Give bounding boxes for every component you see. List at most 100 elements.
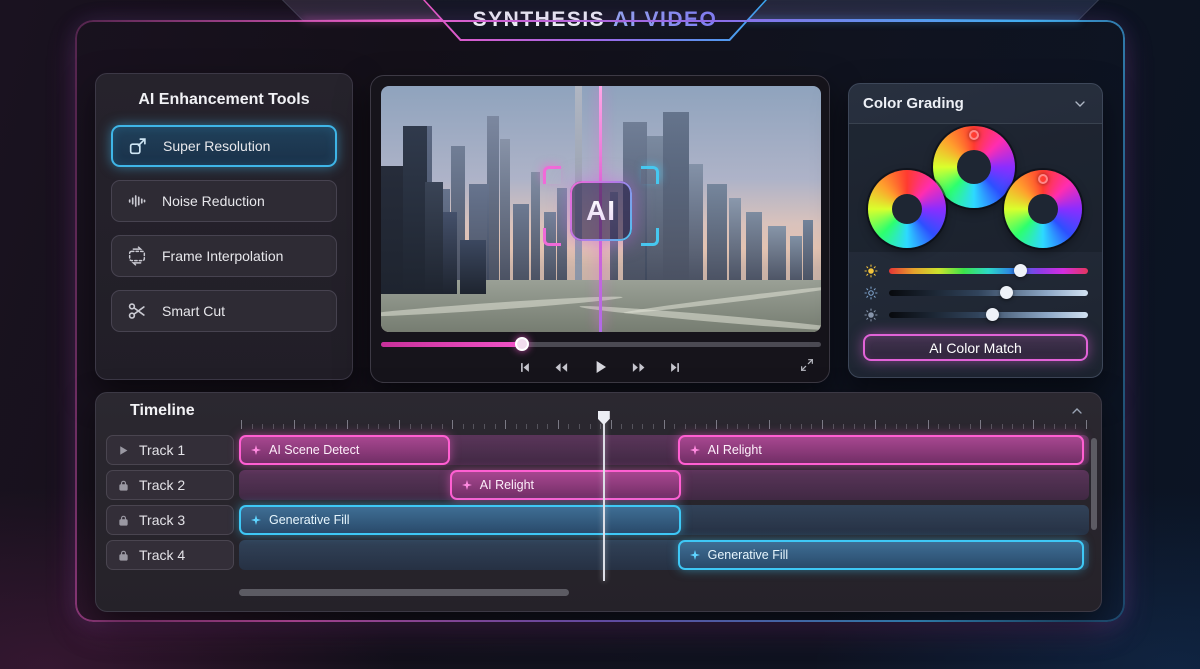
building-silhouette — [707, 184, 727, 284]
building-silhouette — [500, 139, 510, 284]
tool-noise-reduction-button[interactable]: Noise Reduction — [111, 180, 337, 222]
ruler-tick — [526, 424, 527, 429]
track-4-lane[interactable]: Generative Fill — [239, 540, 1089, 570]
track-label-text: Track 2 — [139, 477, 185, 493]
timeline-clip[interactable]: AI Relight — [678, 435, 1084, 465]
clip-label: AI Relight — [708, 443, 762, 457]
ruler-tick — [759, 424, 760, 429]
clip-label: AI Scene Detect — [269, 443, 359, 457]
timeline-clip[interactable]: Generative Fill — [678, 540, 1084, 570]
ruler-tick — [326, 424, 327, 429]
track-3-label[interactable]: Track 3 — [106, 505, 234, 535]
tool-smart-cut-button[interactable]: Smart Cut — [111, 290, 337, 332]
hue-slider-knob[interactable] — [1014, 264, 1027, 277]
ruler-tick — [664, 420, 665, 429]
fast-forward-button[interactable] — [628, 358, 649, 377]
ruler-tick — [938, 424, 939, 429]
ruler-tick — [854, 424, 855, 429]
ruler-tick — [1002, 424, 1003, 429]
ruler-tick — [463, 424, 464, 429]
ruler-tick — [949, 424, 950, 429]
color-wheel[interactable] — [933, 126, 1015, 208]
hue-slider-row — [863, 264, 1088, 278]
ai-enhancement-tools-panel: AI Enhancement Tools Super Resolution No… — [95, 73, 353, 380]
skip-end-button[interactable] — [666, 358, 685, 377]
sun-icon — [863, 263, 879, 279]
ruler-tick — [727, 424, 728, 429]
focus-bracket-icon — [543, 166, 561, 184]
building-silhouette — [513, 204, 529, 284]
ruler-tick — [357, 424, 358, 429]
ruler-tick — [685, 424, 686, 429]
ruler-tick — [600, 424, 601, 429]
track-label-text: Track 4 — [139, 547, 185, 563]
ruler-tick — [410, 424, 411, 429]
ai-color-match-button[interactable]: AI Color Match — [863, 334, 1088, 361]
color-grading-header[interactable]: Color Grading — [849, 84, 1102, 123]
ai-overlay-badge: AI — [570, 181, 632, 241]
brightness-slider-knob[interactable] — [1000, 286, 1013, 299]
brightness-sun-icon — [863, 285, 879, 301]
lock-icon — [117, 479, 130, 492]
ruler-tick — [1044, 424, 1045, 429]
track-2-lane[interactable]: AI Relight — [239, 470, 1089, 500]
chevron-down-icon[interactable] — [1072, 96, 1088, 112]
hue-slider[interactable] — [889, 268, 1088, 274]
timeline-horizontal-scrollbar[interactable] — [239, 589, 569, 596]
timeline-vertical-scrollbar[interactable] — [1091, 438, 1097, 530]
tool-frame-interpolation-button[interactable]: Frame Interpolation — [111, 235, 337, 277]
brightness-slider[interactable] — [889, 290, 1088, 296]
ruler-tick — [568, 424, 569, 429]
timeline-clip[interactable]: AI Scene Detect — [239, 435, 450, 465]
track-1-label[interactable]: Track 1 — [106, 435, 234, 465]
ruler-tick — [558, 420, 559, 429]
ruler-tick — [621, 424, 622, 429]
video-frame[interactable]: AI — [381, 86, 821, 332]
ruler-tick — [516, 424, 517, 429]
wheel-indicator[interactable] — [1038, 174, 1048, 184]
track-4-label[interactable]: Track 4 — [106, 540, 234, 570]
playback-progress-bar[interactable] — [381, 342, 821, 347]
track-3-lane[interactable]: Generative Fill — [239, 505, 1089, 535]
color-grading-panel: Color Grading — [848, 83, 1103, 378]
ruler-tick — [769, 420, 770, 429]
timeline-ruler[interactable] — [241, 417, 1086, 429]
ruler-tick — [864, 424, 865, 429]
track-1-lane[interactable]: AI Scene Detect AI Relight — [239, 435, 1089, 465]
track-2-label[interactable]: Track 2 — [106, 470, 234, 500]
ruler-tick — [801, 424, 802, 429]
ruler-tick — [283, 424, 284, 429]
playback-progress-fill — [381, 342, 522, 347]
ruler-tick — [980, 420, 981, 429]
ruler-tick — [885, 424, 886, 429]
playhead[interactable] — [603, 415, 605, 581]
timeline-clip[interactable]: Generative Fill — [239, 505, 681, 535]
contrast-slider[interactable] — [889, 312, 1088, 318]
playback-progress-knob[interactable] — [515, 337, 529, 351]
building-silhouette — [645, 136, 663, 284]
focus-bracket-icon — [543, 228, 561, 246]
ruler-tick — [241, 420, 242, 429]
ruler-tick — [906, 424, 907, 429]
building-silhouette — [443, 212, 457, 294]
ruler-tick — [822, 420, 823, 429]
tool-super-resolution-button[interactable]: Super Resolution — [111, 125, 337, 167]
timeline-clip[interactable]: AI Relight — [450, 470, 681, 500]
building-silhouette — [790, 236, 802, 284]
play-button[interactable] — [589, 356, 611, 378]
fullscreen-button[interactable] — [799, 357, 815, 373]
ruler-tick — [431, 424, 432, 429]
video-preview-panel: AI — [370, 75, 830, 383]
color-wheel[interactable] — [1004, 170, 1082, 248]
ruler-tick — [811, 424, 812, 429]
contrast-slider-knob[interactable] — [986, 308, 999, 321]
wheel-indicator[interactable] — [969, 130, 979, 140]
skip-start-button[interactable] — [515, 358, 534, 377]
rewind-button[interactable] — [551, 358, 572, 377]
ruler-tick — [368, 424, 369, 429]
app-window: SYNTHESIS AI VIDEO AI Enhancement Tools … — [0, 0, 1200, 669]
ruler-tick — [304, 424, 305, 429]
ruler-tick — [399, 420, 400, 429]
color-wheel[interactable] — [868, 170, 946, 248]
ruler-tick — [611, 420, 612, 429]
